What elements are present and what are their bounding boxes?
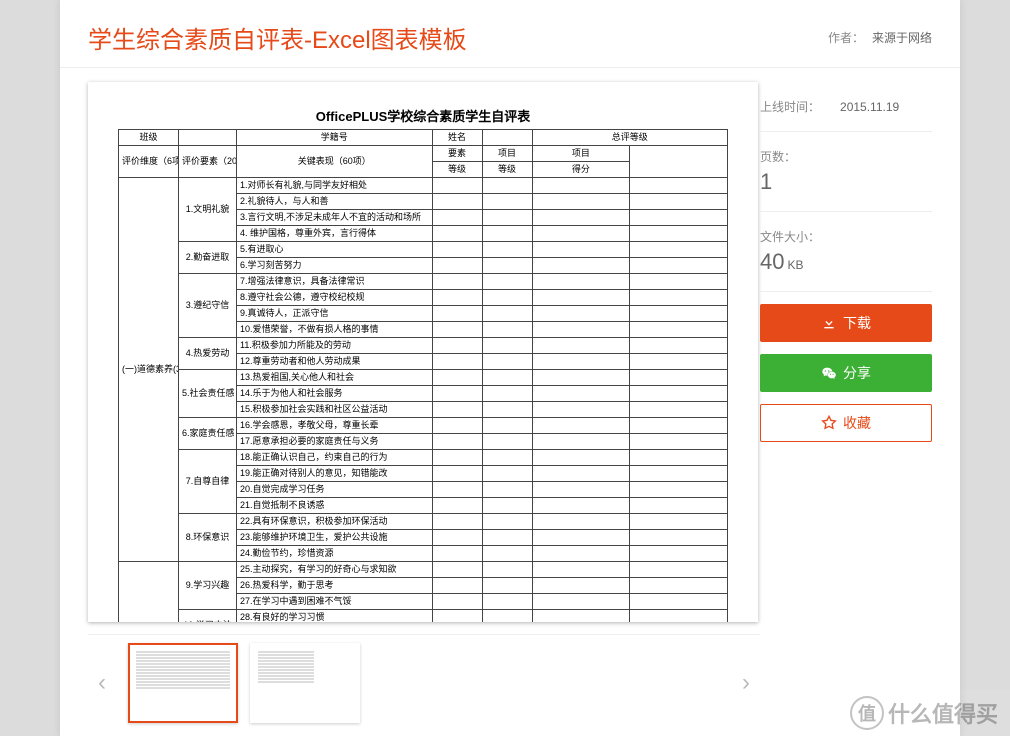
wechat-icon — [821, 365, 837, 381]
pages-row: 页数： 1 — [760, 132, 932, 212]
upload-date-row: 上线时间：2015.11.19 — [760, 82, 932, 132]
star-icon — [821, 415, 837, 431]
page-header: 学生综合素质自评表-Excel图表模板 作者：来源于网络 — [60, 0, 960, 68]
watermark-icon: 值 — [850, 696, 884, 730]
share-button[interactable]: 分享 — [760, 354, 932, 392]
page-title: 学生综合素质自评表-Excel图表模板 — [88, 20, 467, 55]
thumbnail-2[interactable] — [250, 643, 360, 723]
favorite-button[interactable]: 收藏 — [760, 404, 932, 442]
next-thumb-button[interactable]: › — [732, 654, 760, 712]
thumbnail-1[interactable] — [128, 643, 238, 723]
watermark: 值 什么值得买 — [838, 690, 1010, 736]
download-icon — [821, 315, 837, 331]
download-button[interactable]: 下载 — [760, 304, 932, 342]
size-row: 文件大小： 40KB — [760, 212, 932, 292]
prev-thumb-button[interactable]: ‹ — [88, 654, 116, 712]
doc-table: 班级学籍号姓名总评等级评价维度（6项）评价要素（20项）关键表现（60项）要素项… — [118, 129, 728, 622]
author-label: 作者：来源于网络 — [828, 29, 932, 46]
document-preview: OfficePLUS学校综合素质学生自评表 班级学籍号姓名总评等级评价维度（6项… — [88, 82, 758, 622]
doc-title: OfficePLUS学校综合素质学生自评表 — [118, 106, 728, 125]
thumbnail-strip: ‹ › — [88, 634, 760, 731]
